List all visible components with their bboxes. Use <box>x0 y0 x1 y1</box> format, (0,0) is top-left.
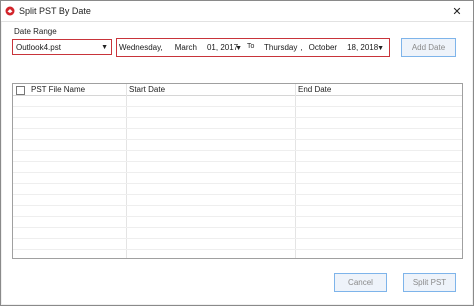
column-header-end-date[interactable]: End Date <box>298 85 331 94</box>
table-row-divider <box>13 238 462 239</box>
split-pst-dialog: Split PST By Date ✕ Date Range Outlook4.… <box>0 0 474 306</box>
from-day-year: 01, 2017 <box>206 43 239 52</box>
window-title: Split PST By Date <box>19 6 91 16</box>
to-date-picker[interactable]: Thursday , October 18, 2018 ▼ <box>264 41 387 54</box>
pst-date-table: PST File Name Start Date End Date <box>12 83 463 259</box>
title-bar: Split PST By Date ✕ <box>1 1 473 22</box>
table-row-divider <box>13 161 462 162</box>
table-row-divider <box>13 128 462 129</box>
select-all-checkbox[interactable] <box>16 86 25 95</box>
cancel-button[interactable]: Cancel <box>334 273 387 292</box>
pst-file-dropdown[interactable]: Outlook4.pst ▼ <box>12 39 112 55</box>
table-row-divider <box>13 194 462 195</box>
pst-file-value: Outlook4.pst <box>16 42 61 52</box>
to-label: To <box>247 43 255 50</box>
from-weekday: Wednesday, <box>119 43 163 52</box>
dropdown-arrow-icon: ▼ <box>101 44 108 51</box>
close-button[interactable]: ✕ <box>441 1 473 21</box>
add-date-button[interactable]: Add Date <box>401 38 456 57</box>
from-date-picker[interactable]: Wednesday, March 01, 2017 ▼ <box>119 41 245 54</box>
to-month: October <box>308 43 338 52</box>
date-range-label: Date Range <box>14 27 57 36</box>
to-weekday: Thursday <box>264 43 298 52</box>
to-day-year: 18, 2018 <box>347 43 379 52</box>
table-header: PST File Name Start Date End Date <box>13 84 462 96</box>
from-dropdown-arrow-icon: ▼ <box>235 45 242 52</box>
to-separator: , <box>300 43 303 52</box>
table-row-divider <box>13 249 462 250</box>
table-row-divider <box>13 216 462 217</box>
table-row-divider <box>13 172 462 173</box>
column-header-pst-file-name[interactable]: PST File Name <box>31 85 85 94</box>
app-logo-icon <box>5 6 15 16</box>
table-row-divider <box>13 183 462 184</box>
table-row-divider <box>13 227 462 228</box>
table-row-divider <box>13 205 462 206</box>
date-range-picker: Wednesday, March 01, 2017 ▼ To Thursday … <box>116 38 390 57</box>
table-row-divider <box>13 117 462 118</box>
table-row-divider <box>13 139 462 140</box>
close-icon: ✕ <box>452 5 462 18</box>
table-row-divider <box>13 106 462 107</box>
table-row-divider <box>13 150 462 151</box>
to-dropdown-arrow-icon: ▼ <box>377 45 384 52</box>
column-header-start-date[interactable]: Start Date <box>129 85 165 94</box>
from-month: March <box>174 43 197 52</box>
split-pst-button[interactable]: Split PST <box>403 273 456 292</box>
